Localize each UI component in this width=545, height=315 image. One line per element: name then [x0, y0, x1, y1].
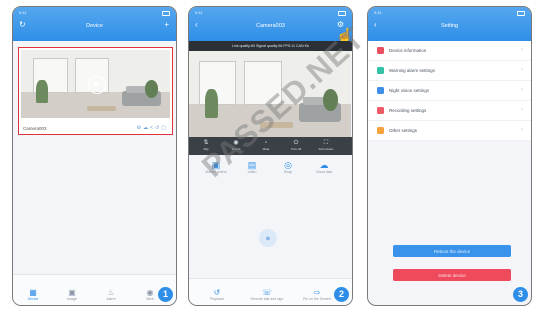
camera-name: Camera003 [23, 126, 47, 131]
plant-image [35, 79, 48, 104]
battery-icon [517, 11, 525, 16]
turn-off-button[interactable]: ⏻ Turn off [285, 139, 307, 151]
camera-card[interactable]: ▶ Camera003 ⚙☁<↺▢ [18, 47, 173, 135]
status-time: 9:41 [195, 10, 203, 15]
camera-card-actions: ⚙☁<↺▢ [137, 125, 168, 131]
status-time: 9:41 [374, 10, 382, 15]
pin-button[interactable]: ⇨ Pin on the Screen [297, 288, 337, 301]
reboot-device-button[interactable]: Reboot the device [393, 245, 511, 257]
menu-item-recording[interactable]: Recording settings › [368, 101, 531, 121]
chevron-right-icon: › [521, 107, 523, 113]
status-bar: 9:41 [374, 10, 525, 17]
delete-device-button[interactable]: Delete device [393, 269, 511, 281]
battery-icon [162, 11, 170, 16]
phone-screen-device-list: 9:41 ↻ Device + ▶ Camera003 ⚙☁<↺▢ ▦ Devi… [12, 6, 177, 306]
menu-item-night-vision[interactable]: Night vision settings › [368, 81, 531, 101]
page-title: Setting [440, 23, 459, 29]
chevron-right-icon: › [521, 127, 523, 133]
pin-icon: ⇨ [313, 288, 321, 297]
status-bar: 9:41 [195, 10, 346, 17]
header-bar: 9:41 ‹ Camera003 ⚙ [189, 7, 352, 41]
status-bar: 9:41 [19, 10, 170, 17]
chevron-right-icon: › [521, 47, 523, 53]
cloud-disk-button[interactable]: ☁ Cloud disk [311, 160, 337, 174]
alarm-icon [377, 67, 384, 74]
page-title: Camera003 [256, 23, 285, 29]
microphone-icon[interactable]: ● [259, 229, 277, 247]
power-icon: ⏻ [293, 140, 299, 146]
tab-alarm[interactable]: ♨ Alarm [97, 288, 125, 301]
tab-image[interactable]: ▣ Image [58, 288, 86, 301]
step-badge: 3 [513, 287, 528, 302]
status-time: 9:41 [19, 10, 27, 15]
battery-icon [338, 11, 346, 16]
fullscreen-icon: ⛶ [323, 140, 329, 146]
device-icon: ▦ [29, 288, 37, 297]
tab-device[interactable]: ▦ Device [19, 288, 47, 301]
chevron-right-icon: › [521, 67, 523, 73]
delete-icon[interactable]: ▢ [161, 125, 168, 131]
header-bar: 9:41 ↻ Device + [13, 7, 176, 41]
playback-icon: ↺ [213, 288, 221, 297]
bell-icon: ♨ [107, 288, 115, 297]
info-icon [377, 47, 384, 54]
header-bar: 9:41 ‹ Setting [368, 7, 531, 41]
snap-button[interactable]: ◎ Snap [275, 160, 301, 174]
remote-talk-button[interactable]: ☏ Remote talk and sign [247, 288, 287, 301]
settings-menu: Device information › Warning alarm setti… [368, 41, 531, 141]
bottom-tab-bar: ▦ Device ▣ Image ♨ Alarm ◉ Mine [13, 274, 176, 305]
page-title: Device [86, 23, 103, 29]
other-settings-icon [377, 127, 384, 134]
recording-icon [377, 107, 384, 114]
menu-item-warning-alarm[interactable]: Warning alarm settings › [368, 61, 531, 81]
step-badge: 1 [158, 287, 173, 302]
plus-icon[interactable]: + [164, 21, 169, 29]
fullscreen-button[interactable]: ⛶ Full screen [315, 139, 337, 151]
step-badge: 2 [334, 287, 349, 302]
cloud-icon: ☁ [319, 160, 329, 170]
phone-screen-settings: 9:41 ‹ Setting Device information › Warn… [367, 6, 532, 306]
playback-button[interactable]: ↺ Playback [197, 288, 237, 301]
bottom-action-bar: ↺ Playback ☏ Remote talk and sign ⇨ Pin … [189, 278, 352, 305]
talk-icon: ☏ [261, 288, 272, 297]
menu-item-device-information[interactable]: Device information › [368, 41, 531, 61]
camera-icon: ◎ [284, 160, 292, 170]
camera-preview[interactable]: ▶ [21, 50, 170, 118]
chevron-right-icon: › [521, 87, 523, 93]
menu-item-other-settings[interactable]: Other settings › [368, 121, 531, 141]
image-icon: ▣ [68, 288, 76, 297]
play-icon[interactable]: ▶ [87, 76, 106, 94]
night-vision-icon [377, 87, 384, 94]
